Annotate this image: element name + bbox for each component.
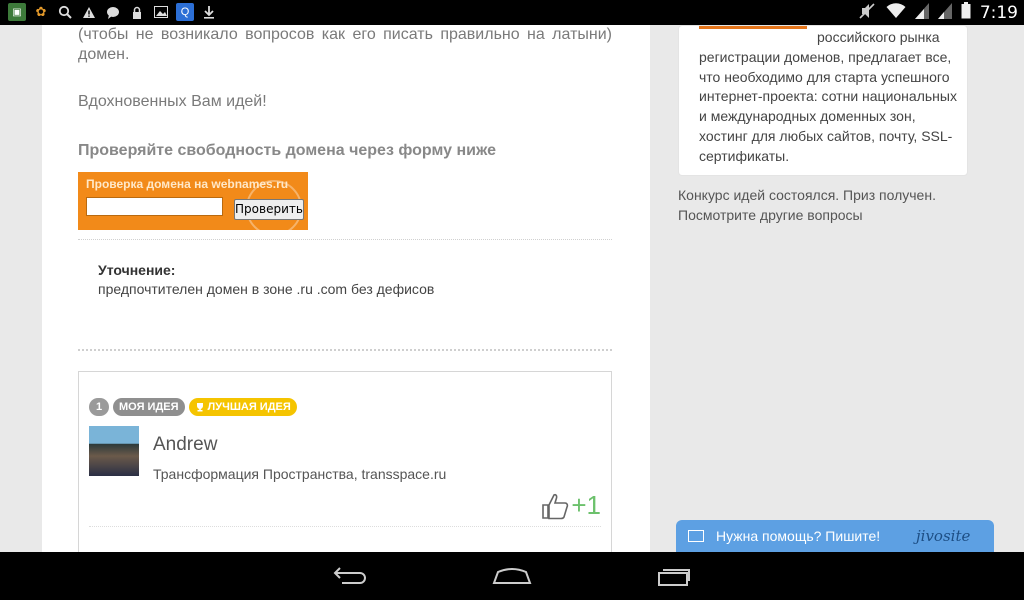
promo-text-first-line: российского рынка [817, 29, 940, 45]
registrar-promo: российского рынка регистрации доменов, п… [678, 25, 968, 176]
domain-input[interactable] [86, 197, 223, 216]
signal-icon [914, 2, 929, 24]
search-icon[interactable] [56, 3, 74, 21]
status-bar: ▣ ✿ Q 7:19 [0, 0, 1024, 25]
jivosite-logo: jivosite [916, 527, 971, 545]
domain-widget-title: Проверка домена на webnames.ru [86, 177, 289, 191]
contest-status: Конкурс идей состоялся. Приз получен. [678, 187, 936, 203]
app-icon[interactable]: ▣ [8, 3, 26, 21]
mute-icon [859, 2, 877, 24]
best-idea-label: ЛУЧШАЯ ИДЕЯ [207, 401, 291, 413]
divider [78, 239, 612, 240]
idea-card: 1 МОЯ ИДЕЯ ЛУЧШАЯ ИДЕЯ Andrew Трансформа… [78, 371, 612, 552]
trophy-icon [196, 403, 203, 412]
download-icon[interactable] [200, 3, 218, 21]
divider [89, 526, 601, 527]
best-idea-badge: ЛУЧШАЯ ИДЕЯ [188, 398, 297, 416]
check-domain-button[interactable]: Проверить [234, 199, 304, 220]
battery-icon [961, 2, 971, 24]
contest-info: Конкурс идей состоялся. Приз получен. По… [678, 185, 936, 225]
like-button[interactable]: +1 [541, 490, 601, 521]
q-icon[interactable]: Q [176, 3, 194, 21]
wifi-icon [886, 2, 906, 24]
squirrel-icon[interactable]: ✿ [32, 3, 50, 21]
domain-check-widget: Проверка домена на webnames.ru Проверить [78, 172, 308, 230]
main-content: (чтобы не возникало вопросов как его пис… [42, 25, 650, 552]
back-button[interactable] [332, 564, 372, 590]
recent-apps-icon [658, 569, 690, 586]
like-count: +1 [571, 490, 601, 520]
idea-number-badge: 1 [89, 398, 109, 416]
avatar[interactable] [89, 426, 139, 476]
clarification-text: предпочтителен домен в зоне .ru .com без… [98, 281, 435, 297]
divider [78, 349, 612, 351]
clarification-title: Уточнение: [98, 262, 176, 278]
home-icon [492, 568, 532, 584]
image-icon[interactable] [152, 3, 170, 21]
recent-apps-button[interactable] [656, 564, 696, 590]
chat-bubble-icon[interactable] [104, 3, 122, 21]
other-questions-link[interactable]: Посмотрите другие вопросы [678, 205, 936, 225]
back-icon [333, 567, 366, 584]
wish-text: Вдохновенных Вам идей! [78, 93, 267, 110]
promo-text: российского рынка регистрации доменов, п… [699, 28, 961, 167]
author-name[interactable]: Andrew [153, 434, 217, 456]
chat-label[interactable]: Нужна помощь? Пишите! [716, 528, 880, 544]
my-idea-badge: МОЯ ИДЕЯ [113, 398, 185, 416]
clock: 7:19 [979, 3, 1018, 23]
chat-widget[interactable]: Нужна помощь? Пишите! jivosite [676, 520, 994, 552]
idea-badges: 1 МОЯ ИДЕЯ ЛУЧШАЯ ИДЕЯ [89, 398, 297, 416]
intro-text: (чтобы не возникало вопросов как его пис… [78, 26, 612, 63]
promo-text-rest: регистрации доменов, предлагает все, что… [699, 48, 957, 164]
warning-icon[interactable] [80, 3, 98, 21]
home-button[interactable] [492, 564, 532, 590]
author-company: Трансформация Пространства, transspace.r… [153, 466, 447, 482]
nav-bar [0, 552, 1024, 600]
thumbs-up-icon [542, 493, 569, 519]
check-title: Проверяйте свободность домена через форм… [78, 142, 496, 159]
mail-icon [688, 530, 704, 542]
lock-icon[interactable] [128, 3, 146, 21]
signal-icon [937, 2, 952, 24]
